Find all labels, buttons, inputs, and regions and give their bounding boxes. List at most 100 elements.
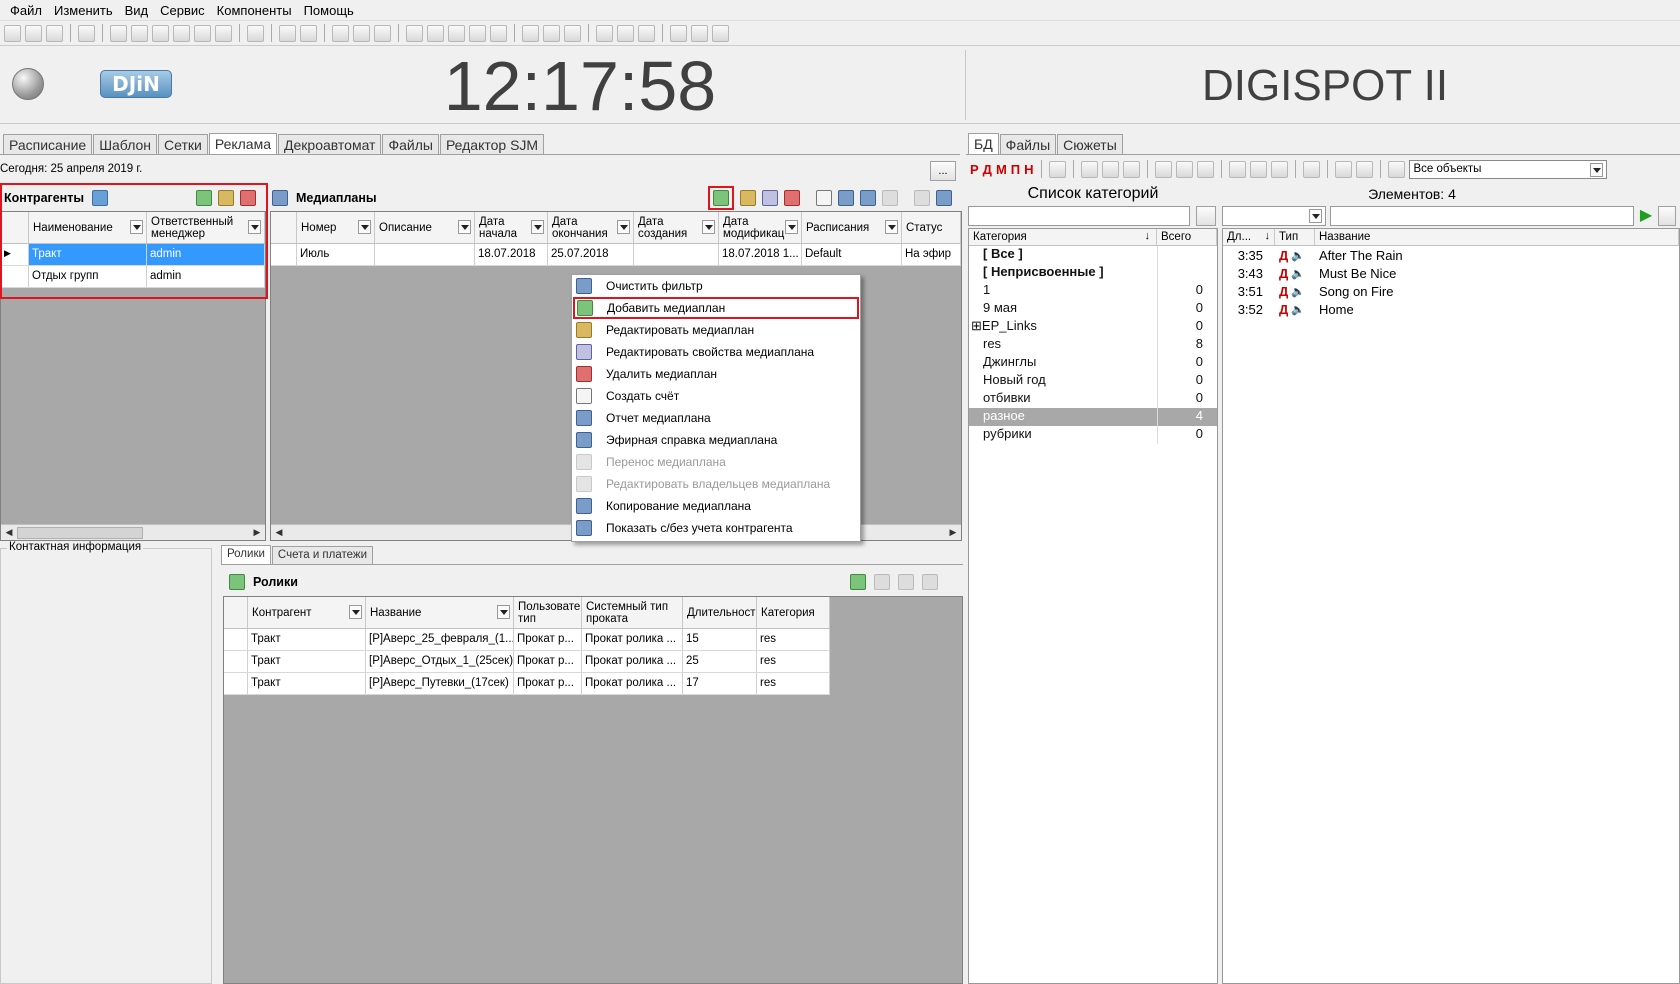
- tab-schedule[interactable]: Расписание: [3, 134, 93, 154]
- col-category[interactable]: Категория ↓: [969, 229, 1157, 245]
- chevron-down-icon[interactable]: [531, 220, 544, 234]
- menu-broadcast-report[interactable]: Эфирная справка медиаплана: [572, 429, 860, 451]
- list-item[interactable]: Новый год 0: [969, 372, 1217, 390]
- tab-invoices[interactable]: Счета и платежи: [271, 546, 374, 564]
- minus-icon[interactable]: [691, 24, 708, 42]
- chevron-down-icon[interactable]: [458, 220, 471, 234]
- menu-clear-filter[interactable]: Очистить фильтр: [572, 275, 860, 297]
- list-item[interactable]: рубрики 0: [969, 426, 1217, 444]
- chevron-down-icon[interactable]: [785, 220, 798, 234]
- chevron-down-icon[interactable]: [617, 220, 630, 234]
- speaker-icon[interactable]: [670, 24, 687, 42]
- new-doc-icon[interactable]: [1154, 160, 1172, 178]
- copy-icon[interactable]: [25, 24, 42, 42]
- menu-copy-mediaplan[interactable]: Копирование медиаплана: [572, 495, 860, 517]
- pause-icon[interactable]: [131, 24, 148, 42]
- speaker-icon[interactable]: 🔈: [1291, 267, 1305, 280]
- align3-icon[interactable]: [638, 24, 655, 42]
- wave4-icon[interactable]: [469, 24, 486, 42]
- list-item[interactable]: 3:35 Д 🔈 After The Rain: [1223, 246, 1679, 264]
- chevron-down-icon[interactable]: [885, 220, 898, 234]
- tab-advertising[interactable]: Реклама: [208, 133, 278, 155]
- add-mediaplan-icon[interactable]: [713, 189, 729, 206]
- list-item[interactable]: Джинглы 0: [969, 354, 1217, 372]
- report-icon[interactable]: [838, 189, 854, 206]
- info-icon[interactable]: [194, 24, 211, 42]
- list-view-icon[interactable]: [1302, 160, 1320, 178]
- chevron-down-icon[interactable]: [358, 220, 371, 234]
- copy-mediaplan-icon[interactable]: [936, 189, 952, 206]
- menu-service[interactable]: Сервис: [154, 3, 211, 18]
- list-item[interactable]: [ Неприсвоенные ]: [969, 264, 1217, 282]
- check-icon[interactable]: [279, 24, 296, 42]
- sort-icon[interactable]: [152, 24, 169, 42]
- horizontal-scrollbar[interactable]: ◀ ▶: [1, 524, 265, 540]
- next-icon[interactable]: [300, 24, 317, 42]
- menu-edit-properties[interactable]: Редактировать свойства медиаплана: [572, 341, 860, 363]
- menu-delete-mediaplan[interactable]: Удалить медиаплан: [572, 363, 860, 385]
- chevron-down-icon[interactable]: [497, 605, 510, 619]
- table-row[interactable]: Тракт [P]Аверс_Путевки_(17сек) Прокат р.…: [224, 673, 830, 695]
- play-icon[interactable]: ▶: [1636, 206, 1656, 226]
- scroll-left-icon[interactable]: ◀: [1, 525, 17, 541]
- col-duration[interactable]: Дл... ↓: [1223, 229, 1275, 245]
- speaker-icon[interactable]: 🔈: [1291, 285, 1305, 298]
- elements-search-input[interactable]: [1330, 206, 1634, 226]
- col-title[interactable]: Название: [1315, 229, 1679, 245]
- elements-filter-select[interactable]: [1222, 206, 1326, 226]
- col-total[interactable]: Всего: [1157, 229, 1217, 245]
- list-item[interactable]: 3:51 Д 🔈 Song on Fire: [1223, 282, 1679, 300]
- menu-help[interactable]: Помощь: [298, 3, 360, 18]
- speaker-icon[interactable]: 🔈: [1291, 303, 1305, 316]
- copy2-icon[interactable]: [1228, 160, 1246, 178]
- list3-icon[interactable]: [374, 24, 391, 42]
- list2-icon[interactable]: [353, 24, 370, 42]
- category-search-button[interactable]: [1196, 206, 1216, 226]
- list-item[interactable]: [ Все ]: [969, 246, 1217, 264]
- doc3-icon[interactable]: [564, 24, 581, 42]
- category-search-input[interactable]: [968, 206, 1190, 226]
- table-row[interactable]: Тракт [P]Аверс_Отдых_1_(25сек) Прокат р.…: [224, 651, 830, 673]
- scroll-right-icon[interactable]: ▶: [249, 525, 265, 541]
- menu-view[interactable]: Вид: [119, 3, 155, 18]
- list-item[interactable]: 10: [969, 282, 1217, 300]
- search-icon[interactable]: [1334, 160, 1352, 178]
- cut-icon[interactable]: [4, 24, 21, 42]
- chevron-down-icon[interactable]: [349, 605, 362, 619]
- list-item[interactable]: ⊞EP_Links 0: [969, 318, 1217, 336]
- list-item[interactable]: отбивки 0: [969, 390, 1217, 408]
- menu-edit[interactable]: Изменить: [48, 3, 119, 18]
- scroll-left-icon[interactable]: ◀: [271, 525, 287, 541]
- font2-icon[interactable]: [1101, 160, 1119, 178]
- list-icon[interactable]: [332, 24, 349, 42]
- scroll-right-icon[interactable]: ▶: [945, 525, 961, 541]
- table-row[interactable]: ▶ Тракт admin: [1, 244, 265, 266]
- page-icon[interactable]: [110, 24, 127, 42]
- wave5-icon[interactable]: [490, 24, 507, 42]
- tab-clips[interactable]: Ролики: [221, 545, 271, 565]
- table-row[interactable]: Июль 18.07.2018 25.07.2018 18.07.2018 1.…: [271, 244, 961, 266]
- broadcast-report-icon[interactable]: [860, 189, 876, 206]
- delete-contragent-icon[interactable]: [240, 189, 257, 206]
- menu-file[interactable]: Файл: [4, 3, 48, 18]
- stop-icon[interactable]: [247, 24, 264, 42]
- chevron-down-icon[interactable]: [248, 220, 261, 234]
- invoice-icon[interactable]: [816, 189, 832, 206]
- wave-icon[interactable]: [406, 24, 423, 42]
- table-row[interactable]: Отдых групп admin: [1, 266, 265, 288]
- type-m-button[interactable]: М: [996, 162, 1007, 177]
- table-row[interactable]: Тракт [P]Аверс_25_февраля_(1... Прокат р…: [224, 629, 830, 651]
- type-p-button[interactable]: П: [1011, 162, 1020, 177]
- chevron-down-icon[interactable]: [702, 220, 715, 234]
- refresh-icon[interactable]: [1355, 160, 1373, 178]
- menu-report[interactable]: Отчет медиаплана: [572, 407, 860, 429]
- align2-icon[interactable]: [617, 24, 634, 42]
- object-filter-select[interactable]: Все объекты: [1408, 159, 1607, 179]
- doc-icon[interactable]: [522, 24, 539, 42]
- tab-sjm-editor[interactable]: Редактор SJM: [439, 134, 545, 154]
- book-icon[interactable]: [1048, 160, 1066, 178]
- menu-add-mediaplan[interactable]: Добавить медиаплан: [573, 297, 859, 319]
- align-icon[interactable]: [596, 24, 613, 42]
- edit-contragent-icon[interactable]: [218, 189, 235, 206]
- elements-options-button[interactable]: [1658, 206, 1676, 226]
